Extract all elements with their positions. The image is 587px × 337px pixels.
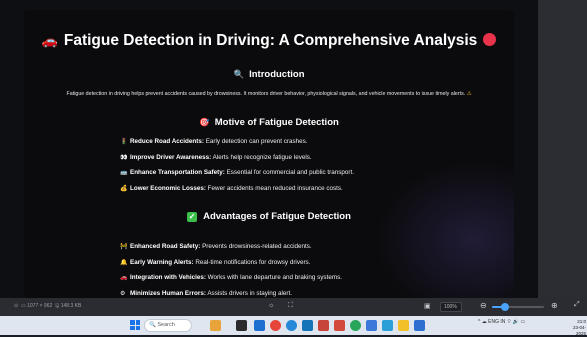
- app-icon[interactable]: [334, 320, 345, 331]
- brightness-icon[interactable]: ☼: [268, 302, 274, 309]
- taskbar-search-input[interactable]: 🔍 Search: [144, 319, 192, 332]
- list-item: 👀 Improve Driver Awareness: Alerts help r…: [120, 150, 480, 166]
- image-info: ⊙ ▭ 1077 × 962 🖫 148.3 KB: [14, 303, 82, 309]
- file-explorer-icon[interactable]: [254, 320, 265, 331]
- taskbar-clock[interactable]: 21:0 23-04-2025: [566, 319, 586, 337]
- slide-title: 🚗 Fatigue Detection in Driving: A Compreh…: [24, 32, 514, 50]
- app-icon[interactable]: [350, 320, 361, 331]
- car-icon: 🚗: [120, 275, 128, 281]
- zoom-in-icon[interactable]: ⊕: [551, 301, 558, 310]
- traffic-light-icon: 🚦: [120, 139, 128, 145]
- zoom-slider[interactable]: [492, 303, 544, 311]
- side-panel: [538, 0, 587, 298]
- motive-heading: 🎯 Motive of Fatigue Detection: [199, 117, 339, 128]
- info-icon: ⊙: [14, 303, 19, 309]
- money-bag-icon: 💰: [120, 185, 128, 192]
- list-item: 🚦 Reduce Road Accidents: Early detection …: [120, 134, 480, 150]
- image-dimensions: 1077 × 962: [27, 303, 53, 309]
- image-viewer-window: 🚗 Fatigue Detection in Driving: A Compreh…: [0, 0, 587, 316]
- widgets-icon[interactable]: [210, 320, 221, 331]
- crop-icon[interactable]: ⛶: [288, 302, 293, 310]
- list-item: 🚗 Integration with Vehicles: Works with l…: [120, 270, 480, 286]
- store-icon[interactable]: [302, 320, 313, 331]
- target-icon: 🎯: [199, 117, 210, 127]
- edge-icon[interactable]: [286, 320, 297, 331]
- eyes-icon: 👀: [120, 154, 128, 161]
- fullscreen-icon[interactable]: ⤢: [574, 301, 580, 309]
- photos-icon[interactable]: [366, 320, 377, 331]
- bell-icon: 🔔: [120, 259, 128, 266]
- checkmark-icon: ✓: [187, 212, 198, 222]
- motive-list: 🚦 Reduce Road Accidents: Early detection …: [120, 134, 480, 196]
- windows-taskbar: 🔍 Search ^ ☁ ENG IN ⌔ 🔊 ▭ 21:0 23-04-202…: [0, 316, 587, 337]
- construction-icon: 🚧: [120, 244, 128, 250]
- slide-title-text: Fatigue Detection in Driving: A Comprehe…: [63, 32, 478, 49]
- zoom-slider-thumb[interactable]: [501, 303, 509, 311]
- gear-icon: ⚙: [120, 290, 126, 297]
- list-item: 🚧 Enhanced Road Safety: Prevents drowsine…: [120, 239, 480, 255]
- zoom-out-icon[interactable]: ⊖: [480, 301, 487, 310]
- bus-icon: 🚌: [120, 170, 128, 176]
- list-item: 🚌 Enhance Transportation Safety: Essentia…: [120, 165, 480, 181]
- red-circle-icon: [483, 33, 497, 46]
- windows-start-icon[interactable]: [130, 320, 140, 330]
- list-item: 🔔 Early Warning Alerts: Real-time notific…: [120, 255, 480, 271]
- system-tray[interactable]: ^ ☁ ENG IN ⌔ 🔊 ▭: [478, 319, 525, 325]
- app-icon[interactable]: [382, 320, 393, 331]
- slide-image: 🚗 Fatigue Detection in Driving: A Compreh…: [24, 10, 514, 298]
- app-icon[interactable]: [318, 320, 329, 331]
- advantages-heading: ✓ Advantages of Fatigue Detection: [187, 211, 351, 222]
- warning-icon: ⚠: [466, 91, 472, 97]
- file-size: 148.3 KB: [60, 303, 82, 309]
- zoom-select[interactable]: 100%: [440, 302, 462, 312]
- car-icon: 🚗: [41, 33, 58, 48]
- viewer-statusbar: ⊙ ▭ 1077 × 962 🖫 148.3 KB ☼ ⛶ ▣ 100% ⊖ ⊕…: [0, 298, 587, 316]
- task-view-icon[interactable]: [236, 320, 247, 331]
- chrome-icon[interactable]: [270, 320, 281, 331]
- list-item: 💰 Lower Economic Losses: Fewer accidents …: [120, 181, 480, 197]
- intro-paragraph: Fatigue detection in driving helps preve…: [66, 91, 472, 97]
- list-item: ⚙ Minimizes Human Errors: Assists drivers…: [120, 286, 480, 299]
- advantages-list: 🚧 Enhanced Road Safety: Prevents drowsine…: [120, 239, 480, 298]
- magnifier-icon: 🔍: [233, 69, 245, 79]
- vscode-icon[interactable]: [414, 320, 425, 331]
- folder-icon[interactable]: [398, 320, 409, 331]
- intro-heading: 🔍 Introduction: [233, 69, 305, 80]
- fit-screen-icon[interactable]: ▣: [424, 302, 431, 310]
- image-canvas: 🚗 Fatigue Detection in Driving: A Compreh…: [0, 0, 538, 298]
